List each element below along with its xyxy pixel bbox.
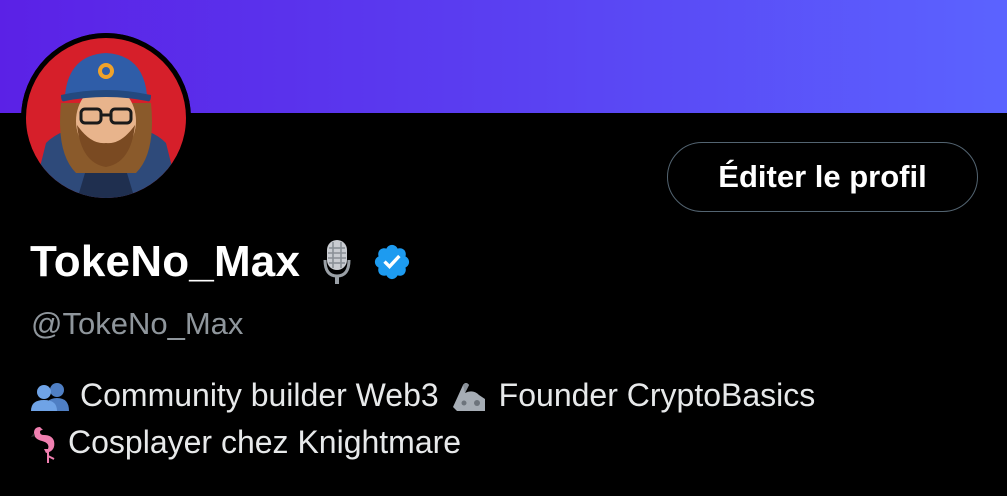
name-row: TokeNo_Max <box>30 232 412 292</box>
microphone-icon <box>322 238 352 286</box>
verified-badge-icon[interactable] <box>372 242 412 282</box>
profile-avatar[interactable] <box>21 33 191 203</box>
bio-line-2: Cosplayer chez Knightmare <box>30 419 815 466</box>
flamingo-icon <box>30 423 64 463</box>
profile-bio: Community builder Web3 Founder CryptoBas… <box>30 372 815 466</box>
bio-text-community: Community builder Web3 <box>80 377 439 413</box>
edit-profile-label: Éditer le profil <box>718 159 927 194</box>
bio-line-1: Community builder Web3 Founder CryptoBas… <box>30 372 815 419</box>
edit-profile-button[interactable]: Éditer le profil <box>667 142 978 212</box>
bio-text-cosplayer: Cosplayer chez Knightmare <box>68 424 462 460</box>
profile-handle: @TokeNo_Max <box>31 306 244 341</box>
display-name: TokeNo_Max <box>30 237 301 286</box>
busts-in-silhouette-icon <box>30 381 70 411</box>
mechanical-arm-icon <box>449 379 489 413</box>
bio-text-founder: Founder CryptoBasics <box>498 377 816 413</box>
